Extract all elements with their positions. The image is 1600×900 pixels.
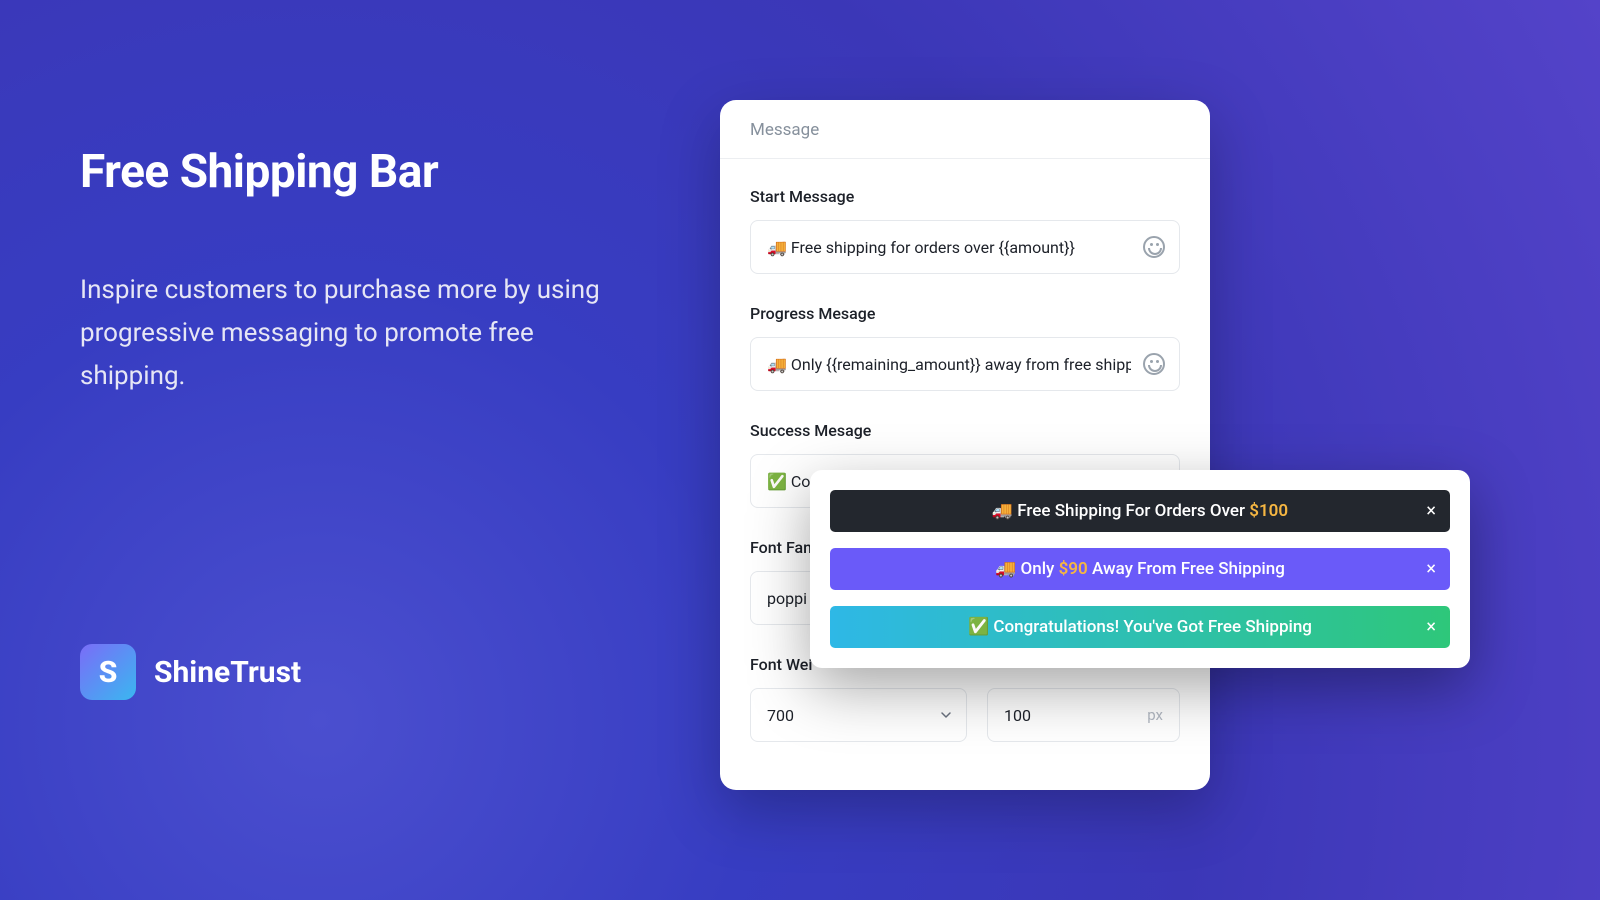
start-message-value: 🚚 Free shipping for orders over {{amount… bbox=[767, 238, 1075, 257]
hero-subtitle: Inspire customers to purchase more by us… bbox=[80, 269, 640, 398]
font-weight-select[interactable]: 700 bbox=[750, 688, 967, 742]
start-message-input[interactable]: 🚚 Free shipping for orders over {{amount… bbox=[750, 220, 1180, 274]
preview-bar-success: ✅ Congratulations! You've Got Free Shipp… bbox=[830, 606, 1450, 648]
preview-bar-start-amount: $100 bbox=[1249, 501, 1288, 521]
card-header: Message bbox=[720, 100, 1210, 159]
progress-message-label: Progress Mesage bbox=[750, 304, 1180, 323]
progress-message-input[interactable]: 🚚 Only {{remaining_amount}} away from fr… bbox=[750, 337, 1180, 391]
brand-logo-icon: S bbox=[80, 644, 136, 700]
brand-name: ShineTrust bbox=[154, 655, 301, 690]
font-size-unit: px bbox=[1147, 706, 1163, 724]
close-icon[interactable]: × bbox=[1426, 617, 1436, 638]
preview-bar-start: 🚚 Free Shipping For Orders Over $100 × bbox=[830, 490, 1450, 532]
close-icon[interactable]: × bbox=[1426, 501, 1436, 522]
hero-title: Free Shipping Bar bbox=[80, 145, 640, 199]
progress-message-value: 🚚 Only {{remaining_amount}} away from fr… bbox=[767, 355, 1131, 374]
brand-logo-letter: S bbox=[99, 655, 118, 690]
brand: S ShineTrust bbox=[80, 644, 301, 700]
message-settings-card: Message Start Message 🚚 Free shipping fo… bbox=[720, 100, 1210, 790]
close-icon[interactable]: × bbox=[1426, 559, 1436, 580]
preview-bar-success-text: ✅ Congratulations! You've Got Free Shipp… bbox=[968, 617, 1312, 637]
font-size-value: 100 bbox=[1004, 706, 1031, 725]
emoji-picker-icon[interactable] bbox=[1143, 353, 1165, 375]
preview-bar-progress-text: 🚚 Only $90 Away From Free Shipping bbox=[995, 559, 1285, 579]
success-message-label: Success Mesage bbox=[750, 421, 1180, 440]
preview-bars-card: 🚚 Free Shipping For Orders Over $100 × 🚚… bbox=[810, 470, 1470, 668]
font-size-input[interactable]: 100 px bbox=[987, 688, 1180, 742]
font-family-value: poppi bbox=[767, 589, 807, 608]
start-message-label: Start Message bbox=[750, 187, 1180, 206]
preview-bar-progress-amount: $90 bbox=[1059, 559, 1088, 579]
chevron-down-icon bbox=[940, 709, 952, 721]
preview-bar-progress: 🚚 Only $90 Away From Free Shipping × bbox=[830, 548, 1450, 590]
font-weight-value: 700 bbox=[767, 706, 794, 725]
preview-bar-start-text: 🚚 Free Shipping For Orders Over $100 bbox=[992, 501, 1288, 521]
hero-section: Free Shipping Bar Inspire customers to p… bbox=[80, 145, 640, 398]
emoji-picker-icon[interactable] bbox=[1143, 236, 1165, 258]
